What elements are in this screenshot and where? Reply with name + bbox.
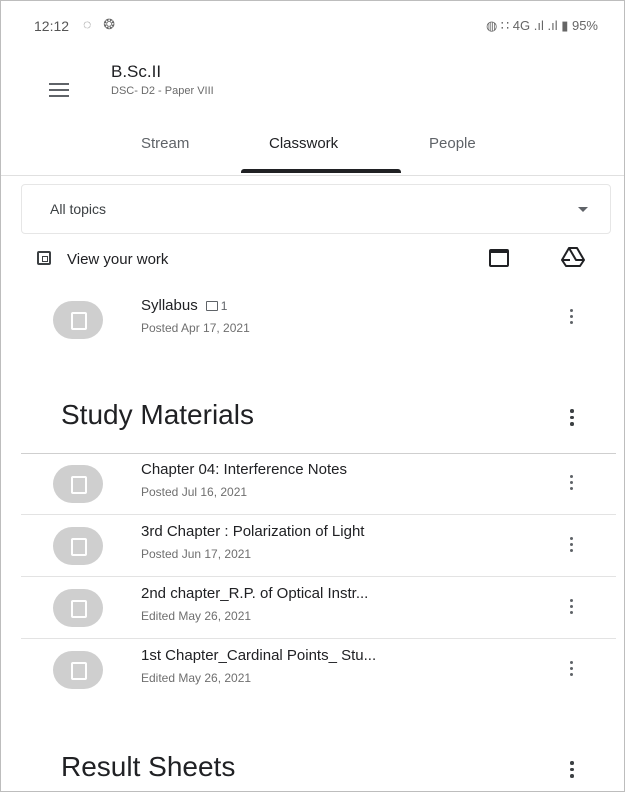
tab-stream[interactable]: Stream (141, 135, 189, 152)
topic-filter-dropdown[interactable]: All topics (21, 184, 611, 234)
section-more-icon[interactable] (570, 761, 574, 781)
view-work-row: View your work (1, 241, 624, 281)
item-title: Chapter 04: Interference Notes (141, 461, 347, 478)
list-item[interactable]: 2nd chapter_R.P. of Optical Instr... Edi… (1, 577, 624, 639)
item-meta: Posted Apr 17, 2021 (141, 321, 250, 335)
item-meta: Edited May 26, 2021 (141, 609, 252, 623)
material-icon (53, 651, 103, 689)
item-meta: Posted Jul 16, 2021 (141, 485, 248, 499)
list-item[interactable]: 3rd Chapter : Polarization of Light Post… (1, 515, 624, 577)
more-vert-icon[interactable] (570, 661, 574, 679)
item-title: 2nd chapter_R.P. of Optical Instr... (141, 585, 369, 602)
menu-icon[interactable] (49, 83, 69, 97)
more-vert-icon[interactable] (570, 309, 574, 327)
calendar-icon[interactable] (489, 249, 509, 267)
material-icon (53, 589, 103, 627)
notification-icons: ◌ ❂ (83, 16, 119, 32)
item-title: Syllabus 1 (141, 297, 228, 314)
app-screen: 12:12 ◌ ❂ ◍ ∷ 4G .ıl .ıl ▮ 95% B.Sc.II D… (0, 0, 625, 792)
tab-classwork[interactable]: Classwork (269, 135, 338, 152)
more-vert-icon[interactable] (570, 537, 574, 555)
item-title: 1st Chapter_Cardinal Points_ Stu... (141, 647, 377, 664)
active-tab-indicator (241, 169, 401, 173)
class-subtitle: DSC- D2 - Paper VIII (111, 85, 214, 97)
section-more-icon[interactable] (570, 409, 574, 429)
item-meta: Posted Jun 17, 2021 (141, 547, 252, 561)
assignment-icon (37, 251, 51, 265)
status-indicators: ◍ ∷ 4G .ıl .ıl ▮ 95% (485, 18, 598, 33)
list-item[interactable]: Chapter 04: Interference Notes Posted Ju… (1, 453, 624, 515)
status-bar: 12:12 ◌ ❂ ◍ ∷ 4G .ıl .ıl ▮ 95% (1, 1, 624, 51)
view-your-work-link[interactable]: View your work (67, 251, 168, 268)
item-title: 3rd Chapter : Polarization of Light (141, 523, 365, 540)
material-icon (53, 527, 103, 565)
more-vert-icon[interactable] (570, 475, 574, 493)
comment-icon (205, 301, 218, 312)
tab-people[interactable]: People (429, 135, 476, 152)
section-title-result-sheets: Result Sheets (61, 751, 236, 782)
dropdown-arrow-icon (578, 207, 588, 212)
class-title: B.Sc.II (111, 62, 162, 81)
material-icon (53, 301, 103, 339)
tab-bar: Stream Classwork People (1, 121, 624, 176)
more-vert-icon[interactable] (570, 599, 574, 617)
list-item-syllabus[interactable]: Syllabus 1 Posted Apr 17, 2021 (1, 289, 624, 351)
section-title-study-materials: Study Materials (61, 399, 254, 430)
material-icon (53, 465, 103, 503)
status-time: 12:12 (34, 18, 70, 34)
comment-count: 1 (220, 299, 228, 313)
topic-filter-value: All topics (50, 201, 107, 217)
item-meta: Edited May 26, 2021 (141, 671, 252, 685)
drive-icon[interactable] (561, 245, 585, 269)
list-item[interactable]: 1st Chapter_Cardinal Points_ Stu... Edit… (1, 639, 624, 701)
